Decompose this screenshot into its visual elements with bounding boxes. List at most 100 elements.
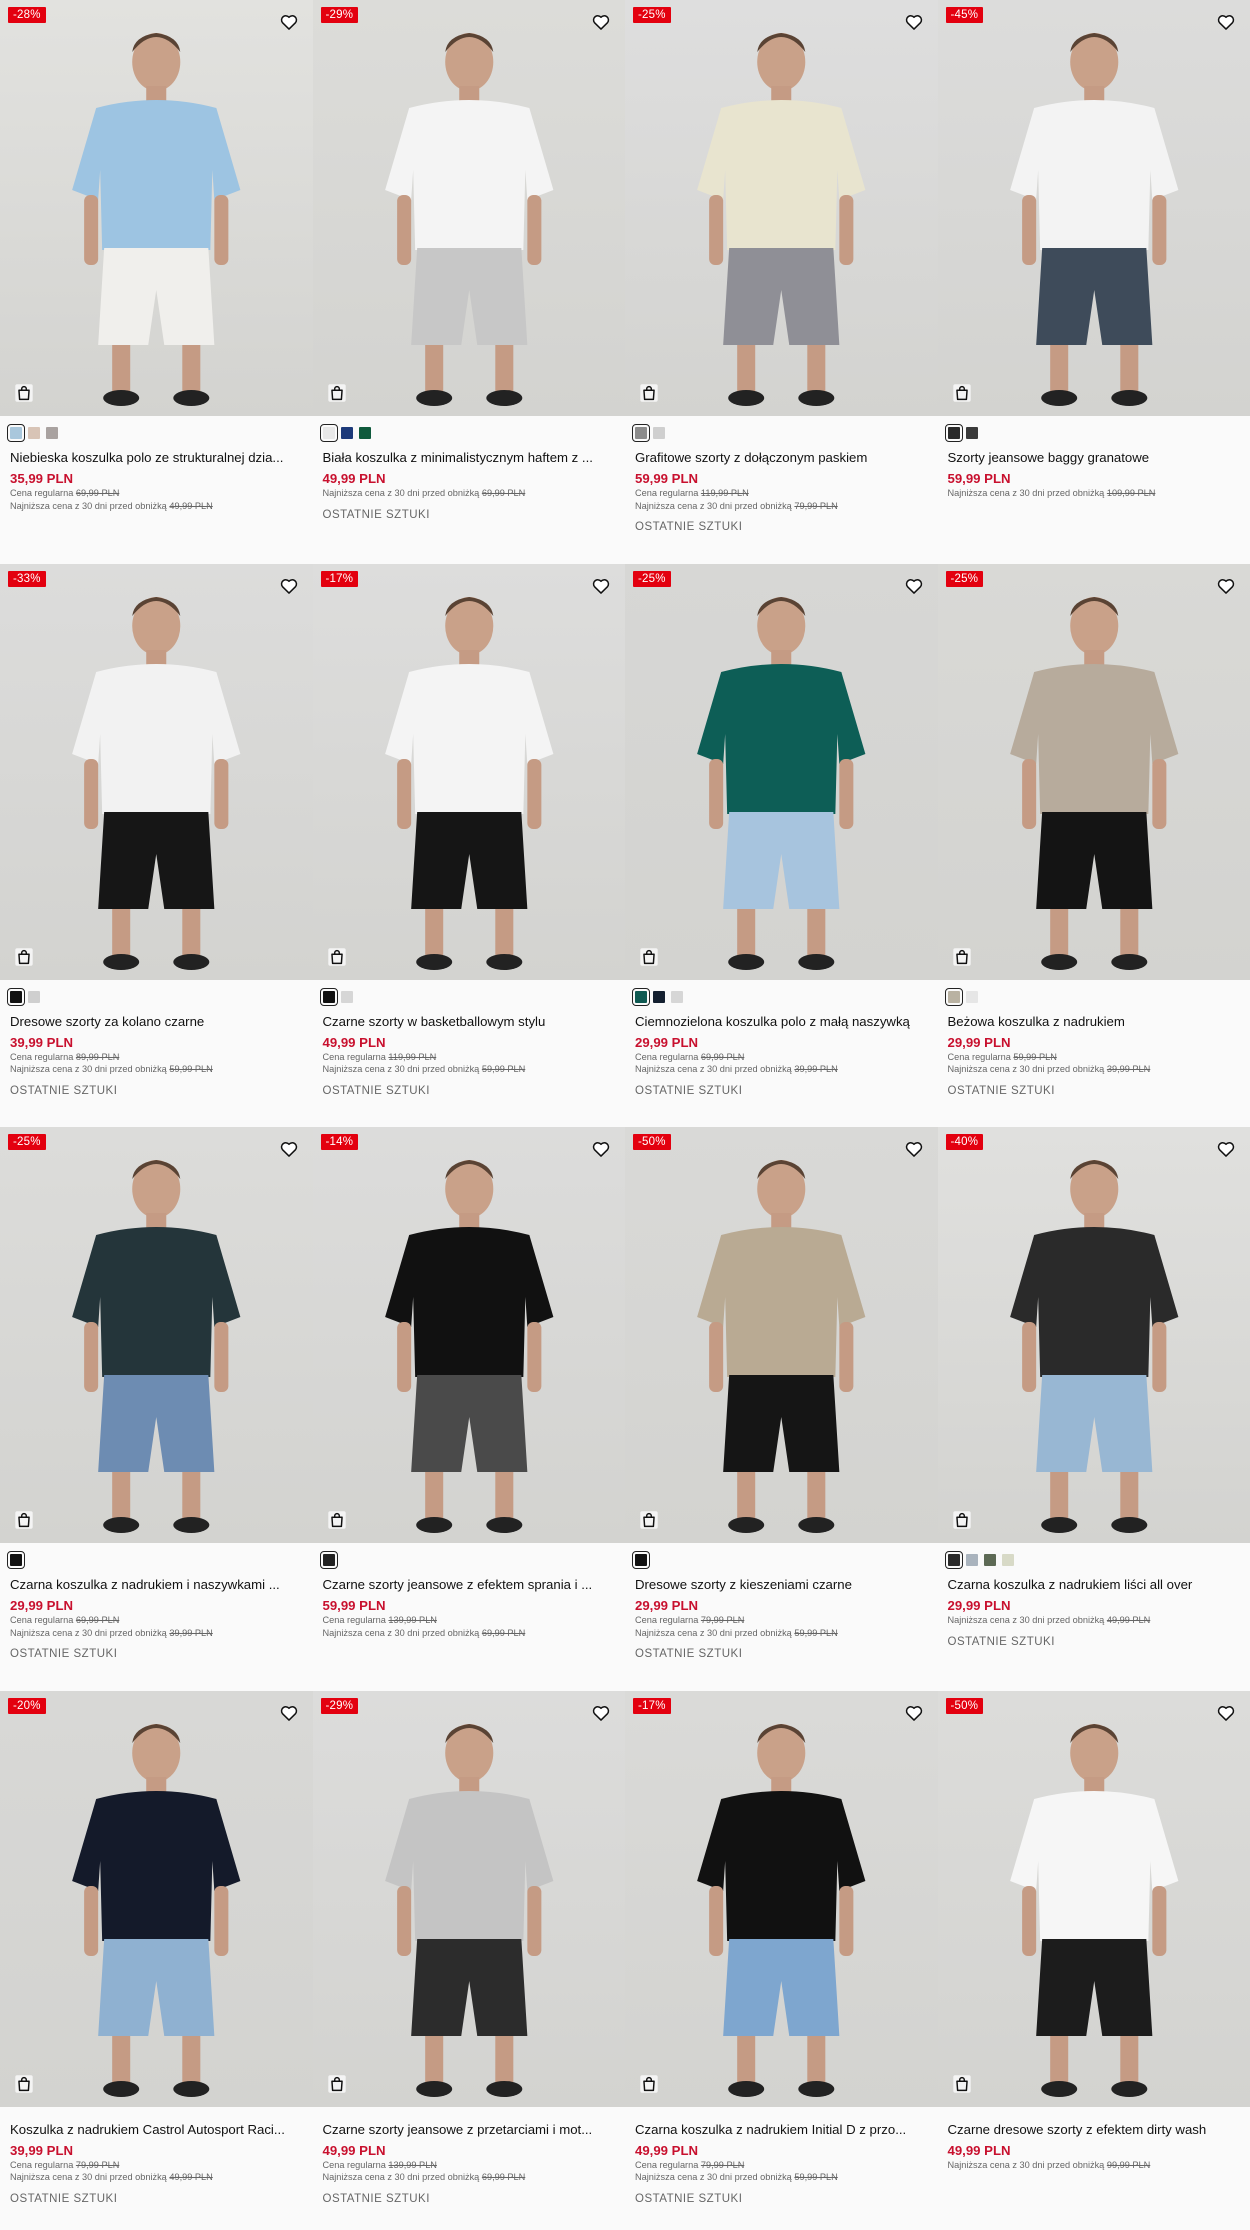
shopping-bag-icon[interactable] bbox=[13, 2073, 35, 2095]
color-swatch[interactable] bbox=[319, 424, 338, 442]
color-swatch[interactable] bbox=[7, 424, 25, 442]
product-card[interactable]: -17% Czarna koszulka z nadrukiem Initial … bbox=[625, 1690, 938, 2230]
heart-icon[interactable] bbox=[591, 1703, 611, 1723]
color-swatch[interactable] bbox=[965, 1554, 978, 1566]
product-name[interactable]: Czarne szorty w basketballowym stylu bbox=[323, 1013, 616, 1030]
heart-icon[interactable] bbox=[1216, 1139, 1236, 1159]
product-name[interactable]: Beżowa koszulka z nadrukiem bbox=[948, 1013, 1241, 1030]
product-card[interactable]: -29% Czarne szorty jeansowe z przetarciam… bbox=[312, 1690, 625, 2230]
color-swatch[interactable] bbox=[632, 424, 650, 442]
product-image[interactable]: -25% bbox=[937, 563, 1250, 980]
shopping-bag-icon[interactable] bbox=[638, 382, 660, 404]
product-image[interactable]: -14% bbox=[312, 1127, 625, 1543]
shopping-bag-icon[interactable] bbox=[951, 382, 973, 404]
product-name[interactable]: Grafitowe szorty z dołączonym paskiem bbox=[635, 449, 928, 466]
product-image[interactable]: -50% bbox=[625, 1127, 938, 1543]
product-image[interactable]: -33% bbox=[0, 563, 313, 980]
product-image[interactable]: -25% bbox=[0, 1127, 313, 1543]
product-name[interactable]: Czarne dresowe szorty z efektem dirty wa… bbox=[948, 2121, 1241, 2138]
product-name[interactable]: Czarna koszulka z nadrukiem liści all ov… bbox=[948, 1576, 1241, 1593]
color-swatch[interactable] bbox=[340, 427, 353, 439]
shopping-bag-icon[interactable] bbox=[638, 1509, 660, 1531]
color-swatch[interactable] bbox=[319, 1551, 338, 1569]
product-card[interactable]: -45% Szorty jeansowe baggy granatowe 59,99… bbox=[937, 0, 1250, 564]
shopping-bag-icon[interactable] bbox=[326, 1509, 348, 1531]
color-swatch[interactable] bbox=[653, 990, 665, 1003]
color-swatch[interactable] bbox=[944, 987, 963, 1006]
heart-icon[interactable] bbox=[904, 576, 924, 596]
product-card[interactable]: -25% Beżowa koszulka z nadrukiem 29,99 PLN… bbox=[937, 563, 1250, 1127]
heart-icon[interactable] bbox=[1216, 576, 1236, 596]
product-card[interactable]: -40% Czarna koszulka z nadrukiem liści al… bbox=[937, 1127, 1250, 1691]
product-card[interactable]: -20% Koszulka z nadrukiem Castrol Autospo… bbox=[0, 1690, 313, 2230]
product-name[interactable]: Szorty jeansowe baggy granatowe bbox=[948, 449, 1241, 466]
color-swatch[interactable] bbox=[340, 990, 353, 1003]
color-swatch[interactable] bbox=[319, 987, 338, 1006]
product-name[interactable]: Niebieska koszulka polo ze strukturalnej… bbox=[10, 449, 303, 466]
product-name[interactable]: Czarna koszulka z nadrukiem Initial D z … bbox=[635, 2121, 928, 2138]
product-card[interactable]: -14% Czarne szorty jeansowe z efektem spr… bbox=[312, 1127, 625, 1691]
product-card[interactable]: -33% Dresowe szorty za kolano czarne 39,99… bbox=[0, 563, 313, 1127]
color-swatch[interactable] bbox=[944, 424, 963, 442]
product-name[interactable]: Czarna koszulka z nadrukiem i naszywkami… bbox=[10, 1576, 303, 1593]
shopping-bag-icon[interactable] bbox=[951, 946, 973, 968]
shopping-bag-icon[interactable] bbox=[326, 2073, 348, 2095]
heart-icon[interactable] bbox=[591, 12, 611, 32]
product-card[interactable]: -50% Dresowe szorty z kieszeniami czarne 2… bbox=[625, 1127, 938, 1691]
product-image[interactable]: -50% bbox=[937, 1690, 1250, 2107]
heart-icon[interactable] bbox=[904, 1703, 924, 1723]
shopping-bag-icon[interactable] bbox=[638, 2073, 660, 2095]
color-swatch[interactable] bbox=[653, 427, 665, 439]
product-image[interactable]: -45% bbox=[937, 0, 1250, 416]
product-card[interactable]: -50% Czarne dresowe szorty z efektem dirt… bbox=[937, 1690, 1250, 2230]
product-name[interactable]: Czarne szorty jeansowe z przetarciami i … bbox=[323, 2121, 616, 2138]
product-image[interactable]: -25% bbox=[625, 0, 938, 416]
product-card[interactable]: -25% Ciemnozielona koszulka polo z małą n… bbox=[625, 563, 938, 1127]
product-image[interactable]: -20% bbox=[0, 1690, 313, 2107]
heart-icon[interactable] bbox=[279, 576, 299, 596]
color-swatch[interactable] bbox=[983, 1554, 996, 1566]
heart-icon[interactable] bbox=[591, 576, 611, 596]
color-swatch[interactable] bbox=[965, 990, 978, 1003]
heart-icon[interactable] bbox=[904, 12, 924, 32]
product-card[interactable]: -25% Czarna koszulka z nadrukiem i naszyw… bbox=[0, 1127, 313, 1691]
product-name[interactable]: Ciemnozielona koszulka polo z małą naszy… bbox=[635, 1013, 928, 1030]
product-name[interactable]: Dresowe szorty za kolano czarne bbox=[10, 1013, 303, 1030]
color-swatch[interactable] bbox=[965, 427, 978, 439]
product-image[interactable]: -29% bbox=[312, 0, 625, 416]
heart-icon[interactable] bbox=[279, 1703, 299, 1723]
product-card[interactable]: -25% Grafitowe szorty z dołączonym paskie… bbox=[625, 0, 938, 564]
product-card[interactable]: -28% Niebieska koszulka polo ze struktura… bbox=[0, 0, 313, 564]
color-swatch[interactable] bbox=[7, 1551, 25, 1569]
shopping-bag-icon[interactable] bbox=[13, 1509, 35, 1531]
heart-icon[interactable] bbox=[1216, 1703, 1236, 1723]
color-swatch[interactable] bbox=[28, 427, 40, 439]
shopping-bag-icon[interactable] bbox=[951, 1509, 973, 1531]
shopping-bag-icon[interactable] bbox=[951, 2073, 973, 2095]
heart-icon[interactable] bbox=[279, 1139, 299, 1159]
product-image[interactable]: -17% bbox=[312, 563, 625, 980]
heart-icon[interactable] bbox=[1216, 12, 1236, 32]
product-name[interactable]: Biała koszulka z minimalistycznym haftem… bbox=[323, 449, 616, 466]
product-image[interactable]: -29% bbox=[312, 1690, 625, 2107]
color-swatch[interactable] bbox=[671, 990, 683, 1003]
color-swatch[interactable] bbox=[1001, 1554, 1014, 1566]
product-image[interactable]: -25% bbox=[625, 563, 938, 980]
shopping-bag-icon[interactable] bbox=[638, 946, 660, 968]
shopping-bag-icon[interactable] bbox=[13, 946, 35, 968]
color-swatch[interactable] bbox=[358, 427, 371, 439]
product-card[interactable]: -17% Czarne szorty w basketballowym stylu… bbox=[312, 563, 625, 1127]
product-name[interactable]: Koszulka z nadrukiem Castrol Autosport R… bbox=[10, 2121, 303, 2138]
shopping-bag-icon[interactable] bbox=[326, 946, 348, 968]
color-swatch[interactable] bbox=[7, 987, 25, 1006]
color-swatch[interactable] bbox=[46, 427, 58, 439]
product-name[interactable]: Dresowe szorty z kieszeniami czarne bbox=[635, 1576, 928, 1593]
heart-icon[interactable] bbox=[591, 1139, 611, 1159]
heart-icon[interactable] bbox=[904, 1139, 924, 1159]
color-swatch[interactable] bbox=[632, 1551, 650, 1569]
product-image[interactable]: -17% bbox=[625, 1690, 938, 2107]
color-swatch[interactable] bbox=[28, 990, 40, 1003]
product-image[interactable]: -28% bbox=[0, 0, 313, 416]
shopping-bag-icon[interactable] bbox=[13, 382, 35, 404]
color-swatch[interactable] bbox=[632, 987, 650, 1006]
